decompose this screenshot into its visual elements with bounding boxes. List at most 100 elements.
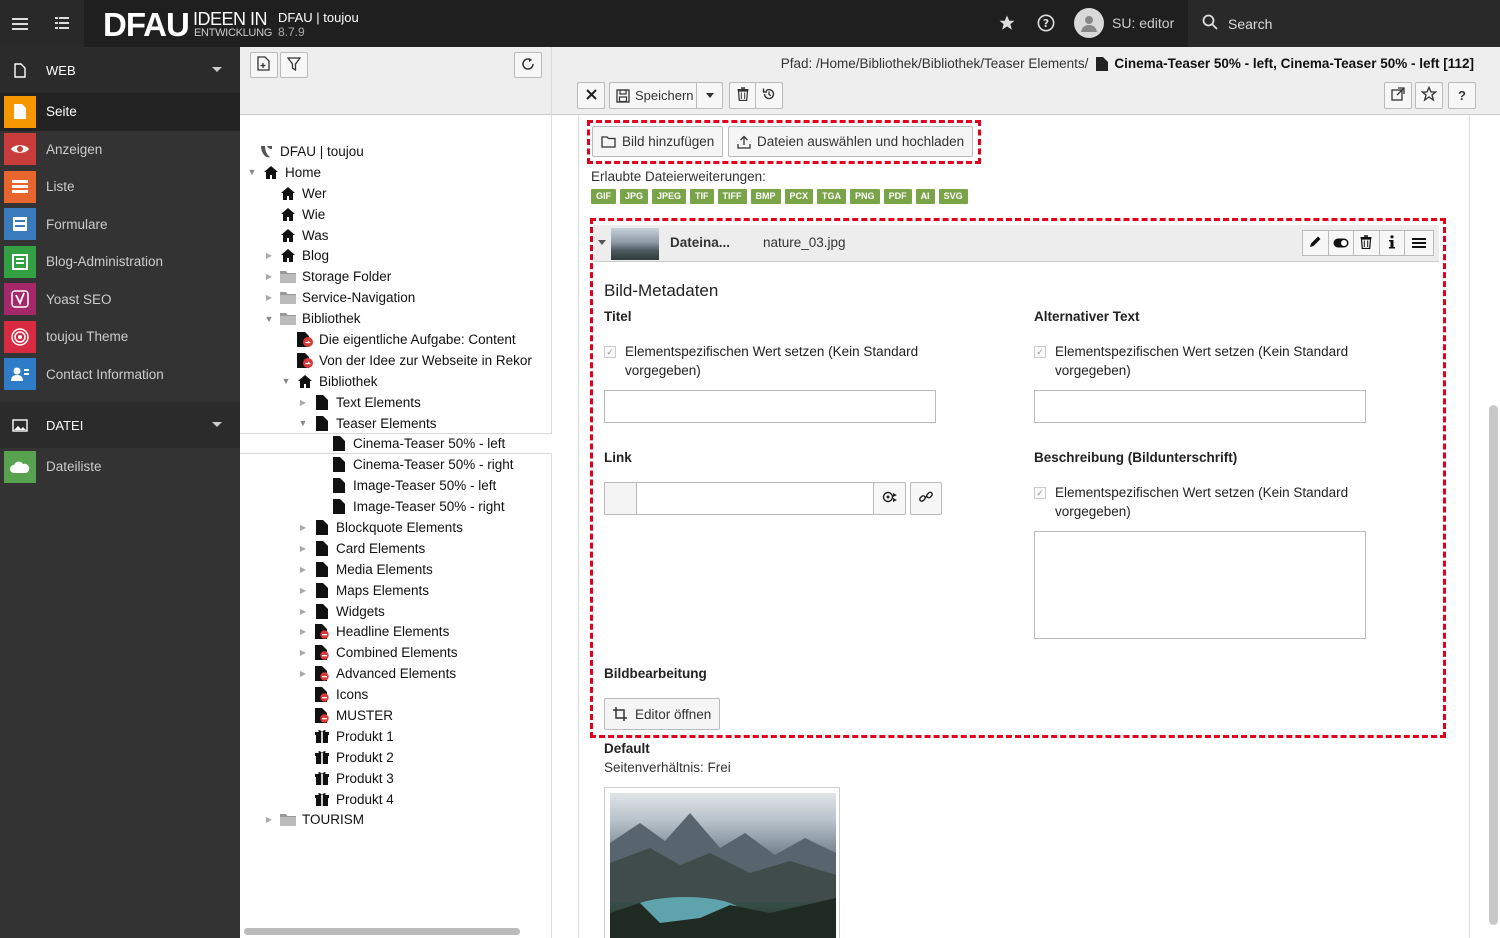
tree-node[interactable]: Wie	[240, 204, 552, 225]
tree-node[interactable]: Cinema-Teaser 50% - right	[240, 454, 552, 475]
toggle-visibility-button[interactable]	[1327, 230, 1354, 256]
tree-node[interactable]: ▶ Text Elements	[240, 392, 552, 413]
module-toujou-theme[interactable]: toujou Theme	[0, 318, 240, 356]
bookmark-button[interactable]	[1415, 82, 1443, 109]
tree-node[interactable]: Image-Teaser 50% - left	[240, 475, 552, 496]
open-in-new-window-button[interactable]	[1384, 82, 1412, 109]
info-button[interactable]	[1378, 230, 1405, 256]
tree-node[interactable]: ▶ Maps Elements	[240, 580, 552, 601]
description-override-checkbox[interactable]: ✓ Elementspezifischen Wert setzen (Kein …	[1034, 483, 1374, 521]
tree-node-selected[interactable]: Cinema-Teaser 50% - left	[240, 433, 552, 455]
delete-record-button[interactable]	[1353, 230, 1380, 256]
module-dateiliste[interactable]: Dateiliste	[0, 448, 240, 486]
tree-node[interactable]: Was	[240, 225, 552, 246]
tree-node[interactable]: ▶ Blockquote Elements	[240, 517, 552, 538]
tree-node[interactable]: ▶ Media Elements	[240, 559, 552, 580]
module-seite[interactable]: Seite	[0, 93, 240, 131]
tree-node[interactable]: ▼ Home	[240, 162, 552, 183]
tree-node[interactable]: ▶ Headline Elements	[240, 621, 552, 642]
tree-node[interactable]: ▶ Blog	[240, 245, 552, 266]
upload-files-button[interactable]: Dateien auswählen und hochladen	[728, 126, 974, 157]
collapse-arrow-icon[interactable]: ▼	[263, 313, 275, 325]
expand-arrow-icon[interactable]: ▶	[297, 584, 309, 596]
tree-node[interactable]: ▶ Card Elements	[240, 538, 552, 559]
tree-node[interactable]: Icons	[240, 684, 552, 705]
tree-node[interactable]: MUSTER	[240, 705, 552, 726]
module-contact-information[interactable]: Contact Information	[0, 356, 240, 394]
chevron-down-icon[interactable]	[598, 240, 606, 245]
tree-node[interactable]: Produkt 2	[240, 747, 552, 768]
logo[interactable]: DFAU	[103, 6, 190, 44]
tree-node[interactable]: Wer	[240, 183, 552, 204]
help-button[interactable]: ?	[1448, 82, 1476, 109]
module-group-web[interactable]: WEB	[0, 47, 240, 93]
expand-arrow-icon[interactable]: ▶	[297, 521, 309, 533]
tree-node[interactable]: Produkt 3	[240, 768, 552, 789]
expand-arrow-icon[interactable]: ▶	[263, 250, 275, 262]
user-menu[interactable]: SU: editor	[1074, 8, 1174, 38]
tree-node[interactable]: Von der Idee zur Webseite in Rekor	[240, 350, 552, 371]
module-yoast-seo[interactable]: Yoast SEO	[0, 281, 240, 319]
module-anzeigen[interactable]: Anzeigen	[0, 131, 240, 169]
tree-node[interactable]: ▶ Combined Elements	[240, 642, 552, 663]
open-editor-button[interactable]: Editor öffnen	[604, 698, 721, 730]
collapse-arrow-icon[interactable]: ▼	[280, 375, 292, 387]
tree-node[interactable]: ▶ Widgets	[240, 601, 552, 622]
refresh-tree-button[interactable]	[514, 52, 542, 78]
expand-arrow-icon[interactable]: ▶	[297, 626, 309, 638]
collapse-arrow-icon[interactable]: ▼	[297, 417, 309, 429]
tree-node[interactable]: ▶ Advanced Elements	[240, 663, 552, 684]
close-button[interactable]	[577, 82, 605, 109]
tree-node[interactable]: ▶ Storage Folder	[240, 266, 552, 287]
content-scrollbar[interactable]	[1489, 405, 1498, 925]
expand-arrow-icon[interactable]: ▶	[297, 542, 309, 554]
link-input[interactable]	[636, 482, 874, 515]
module-blog-administration[interactable]: Blog-Administration	[0, 243, 240, 281]
title-input[interactable]	[604, 390, 936, 423]
tree-toggle-icon[interactable]	[42, 0, 82, 47]
bookmark-star-icon[interactable]	[996, 12, 1018, 34]
history-button[interactable]	[755, 82, 783, 109]
module-group-file[interactable]: DATEI	[0, 402, 240, 448]
file-record-header[interactable]: Dateina... nature_03.jpg	[594, 225, 1439, 262]
help-icon[interactable]: ?	[1035, 12, 1057, 34]
description-textarea[interactable]	[1034, 531, 1366, 639]
tree-node[interactable]: ▼ Teaser Elements	[240, 413, 552, 434]
tree-node[interactable]: ▶ Service-Navigation	[240, 287, 552, 308]
tree-node[interactable]: ▼ Bibliothek	[240, 308, 552, 329]
expand-arrow-icon[interactable]: ▶	[263, 271, 275, 283]
expand-arrow-icon[interactable]: ▶	[297, 668, 309, 680]
expand-arrow-icon[interactable]: ▶	[297, 605, 309, 617]
save-dropdown-toggle[interactable]	[696, 83, 722, 108]
expand-arrow-icon[interactable]: ▶	[297, 647, 309, 659]
collapse-arrow-icon[interactable]: ▼	[246, 166, 258, 178]
module-formulare[interactable]: Formulare	[0, 206, 240, 244]
tree-node[interactable]: ▼ Bibliothek	[240, 371, 552, 392]
delete-button[interactable]	[729, 82, 757, 109]
title-override-checkbox[interactable]: ✓ Elementspezifischen Wert setzen (Kein …	[604, 342, 944, 380]
tree-node[interactable]: Produkt 1	[240, 726, 552, 747]
expand-arrow-icon[interactable]: ▶	[263, 292, 275, 304]
add-image-button[interactable]: Bild hinzufügen	[592, 126, 724, 157]
tree-node[interactable]: Die eigentliche Aufgabe: Content	[240, 329, 552, 350]
edit-metadata-button[interactable]	[1302, 230, 1329, 256]
drag-handle[interactable]	[1404, 230, 1434, 256]
link-browser-button[interactable]	[910, 482, 942, 515]
tree-root[interactable]: DFAU | toujou	[240, 141, 552, 162]
expand-arrow-icon[interactable]: ▶	[263, 814, 275, 826]
tree-node[interactable]: Produkt 4	[240, 789, 552, 810]
save-button[interactable]: Speichern	[609, 82, 723, 109]
expand-arrow-icon[interactable]: ▶	[297, 563, 309, 575]
search-toggle[interactable]: Search	[1188, 0, 1500, 47]
tree-horizontal-scrollbar[interactable]	[244, 928, 520, 935]
expand-arrow-icon[interactable]: ▶	[297, 396, 309, 408]
tree-node[interactable]: Image-Teaser 50% - right	[240, 496, 552, 517]
filter-button[interactable]	[280, 52, 308, 78]
tree-node[interactable]: ▶ TOURISM	[240, 810, 552, 831]
module-liste[interactable]: Liste	[0, 168, 240, 206]
new-page-button[interactable]	[250, 52, 278, 78]
alt-text-override-checkbox[interactable]: ✓ Elementspezifischen Wert setzen (Kein …	[1034, 342, 1374, 380]
menu-toggle-icon[interactable]	[0, 0, 40, 47]
link-wizard-button[interactable]	[873, 482, 906, 515]
alt-text-input[interactable]	[1034, 390, 1366, 423]
